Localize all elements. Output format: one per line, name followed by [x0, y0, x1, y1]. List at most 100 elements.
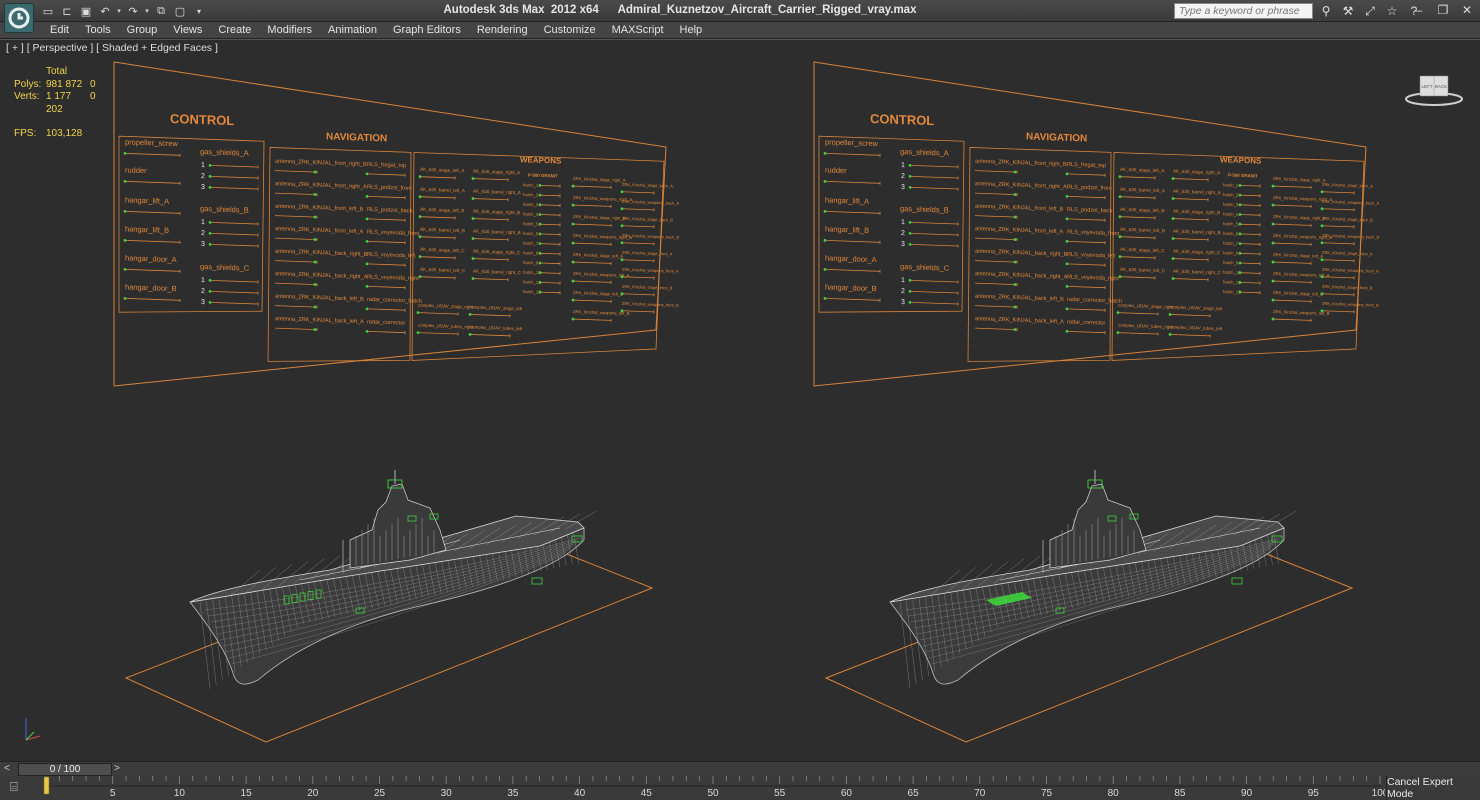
- navigation-slider-RLS_fregat_top[interactable]: [365, 172, 406, 177]
- weapons-slider-hatch_11[interactable]: [538, 280, 561, 285]
- control-slider-gas_shields_A-1[interactable]: [208, 163, 259, 169]
- control-slider-hangar_door_A[interactable]: [123, 267, 181, 273]
- navigation-slider-antenna_ZRK_KINJAL_front_left_B[interactable]: [975, 214, 1018, 219]
- subscription-icon[interactable]: ⤢: [1362, 3, 1378, 19]
- weapons-slider-AK_630_barrel_right_B[interactable]: [1171, 237, 1209, 242]
- weapons-slider-ZRK_Kinzhal_stage_back_B[interactable]: [620, 224, 655, 229]
- cancel-expert-mode-button[interactable]: Cancel Expert Mode: [1386, 776, 1480, 800]
- navigation-slider-antenna_ZRK_KINJAL_back_left_A[interactable]: [975, 327, 1018, 332]
- weapons-slider-ZRK_Kinzhal_weapons_right_B[interactable]: [1271, 241, 1312, 246]
- weapons-slider-complex_UDAV_tubes_left[interactable]: [468, 333, 511, 338]
- weapons-slider-AK_630_stage_left_A[interactable]: [418, 175, 456, 180]
- app-menu-button[interactable]: [4, 3, 34, 33]
- weapons-slider-AK_630_stage_right_A[interactable]: [1171, 177, 1209, 182]
- weapons-slider-AK_630_stage_right_C[interactable]: [1171, 257, 1209, 262]
- menu-group[interactable]: Group: [119, 24, 166, 36]
- navigation-slider-antenna_ZRK_KINJAL_back_right_A[interactable]: [975, 282, 1018, 287]
- weapons-slider-hatch_9[interactable]: [538, 261, 561, 266]
- navigation-slider-antenna_ZRK_KINJAL_front_left_B[interactable]: [275, 214, 318, 219]
- menu-create[interactable]: Create: [210, 24, 259, 36]
- control-slider-gas_shields_A-3[interactable]: [908, 185, 959, 191]
- weapons-slider-AK_630_stage_left_B[interactable]: [1118, 215, 1156, 220]
- control-slider-gas_shields_B-3[interactable]: [208, 242, 259, 248]
- weapons-slider-ZRK_Kinzhal_stage_left_A[interactable]: [571, 260, 612, 265]
- weapons-slider-AK_630_stage_left_B[interactable]: [418, 215, 456, 220]
- weapons-slider-AK_630_barrel_right_C[interactable]: [1171, 277, 1209, 282]
- weapons-slider-ZRK_Kinzhal_stage_left_B[interactable]: [571, 298, 612, 303]
- weapons-slider-ZRK_Kinzhal_weapons_right_A[interactable]: [1271, 203, 1312, 208]
- weapons-slider-hatch_12[interactable]: [538, 290, 561, 295]
- weapons-slider-hatch_10[interactable]: [1238, 271, 1261, 275]
- weapons-slider-ZRK_Kinzhal_stage_front_A[interactable]: [620, 258, 655, 263]
- control-slider-rudder[interactable]: [823, 179, 881, 185]
- navigation-slider-antenna_ZRK_KINJAL_back_left_A[interactable]: [275, 327, 318, 332]
- close-icon[interactable]: ✕: [1460, 3, 1474, 17]
- menu-help[interactable]: Help: [672, 24, 711, 36]
- current-frame-marker[interactable]: [43, 776, 50, 795]
- menu-graph-editors[interactable]: Graph Editors: [385, 24, 469, 36]
- control-slider-gas_shields_C-1[interactable]: [208, 278, 259, 284]
- weapons-slider-AK_630_barrel_left_C[interactable]: [418, 275, 456, 280]
- control-slider-gas_shields_B-2[interactable]: [208, 231, 259, 237]
- weapons-slider-ZRK_Kinzhal_weapons_left_B[interactable]: [1271, 317, 1312, 322]
- weapons-slider-hatch_6[interactable]: [538, 232, 561, 237]
- weapons-slider-ZRK_Kinzhal_weapons_left_B[interactable]: [571, 317, 612, 322]
- navigation-slider-RLS_podzol_front[interactable]: [365, 194, 406, 200]
- weapons-slider-ZRK_Kinzhal_stage_right_B[interactable]: [571, 222, 612, 227]
- weapons-slider-ZRK_Kinzhal_weapons_right_B[interactable]: [571, 241, 612, 246]
- weapons-slider-AK_630_barrel_left_A[interactable]: [418, 195, 456, 200]
- control-slider-gas_shields_A-2[interactable]: [208, 174, 259, 180]
- control-slider-gas_shields_B-2[interactable]: [908, 231, 959, 237]
- navigation-slider-RLS_podzol_front[interactable]: [1065, 194, 1106, 200]
- weapons-slider-hatch_7[interactable]: [538, 242, 561, 246]
- navigation-slider-RLS_voyevoda_left[interactable]: [1065, 262, 1106, 267]
- weapons-slider-hatch_3[interactable]: [1238, 203, 1261, 208]
- weapons-slider-complex_UDAV_tubes_right[interactable]: [416, 331, 459, 336]
- menu-modifiers[interactable]: Modifiers: [259, 24, 320, 36]
- navigation-slider-antenna_ZRK_KINJAL_front_right_B[interactable]: [275, 169, 318, 174]
- mini-curve-editor-icon[interactable]: ⌸: [10, 779, 28, 795]
- navigation-slider-antenna_ZRK_KINJAL_back_right_A[interactable]: [275, 282, 318, 287]
- weapons-slider-hatch_10[interactable]: [538, 271, 561, 275]
- weapons-slider-ZRK_Kinzhal_weapons_left_A[interactable]: [1271, 279, 1312, 284]
- control-slider-hangar_lift_A[interactable]: [123, 209, 181, 215]
- weapons-slider-ZRK_Kinzhal_stage_front_B[interactable]: [1320, 292, 1355, 297]
- weapons-slider-ZRK_Kinzhal_stage_back_A[interactable]: [620, 190, 655, 195]
- weapons-slider-complex_UDAV_stage_right[interactable]: [1116, 311, 1159, 316]
- menu-customize[interactable]: Customize: [536, 24, 604, 36]
- menu-edit[interactable]: Edit: [42, 24, 77, 36]
- weapons-slider-ZRK_Kinzhal_stage_right_A[interactable]: [571, 184, 612, 189]
- weapons-slider-hatch_1[interactable]: [538, 183, 561, 188]
- weapons-slider-ZRK_Kinzhal_stage_right_B[interactable]: [1271, 222, 1312, 227]
- navigation-slider-radar_corrector_hatch[interactable]: [1065, 307, 1106, 312]
- weapons-slider-AK_630_stage_right_C[interactable]: [471, 257, 509, 262]
- control-slider-gas_shields_C-1[interactable]: [908, 278, 959, 284]
- weapons-slider-ZRK_Kinzhal_weapons_back_B[interactable]: [1320, 241, 1355, 246]
- weapons-slider-ZRK_Kinzhal_weapons_back_A[interactable]: [620, 207, 655, 212]
- control-slider-gas_shields_A-2[interactable]: [908, 174, 959, 180]
- weapons-slider-AK_630_stage_left_A[interactable]: [1118, 175, 1156, 180]
- favorites-star-icon[interactable]: ☆: [1384, 3, 1400, 19]
- control-slider-hangar_door_B[interactable]: [123, 296, 181, 302]
- weapons-slider-hatch_6[interactable]: [1238, 232, 1261, 237]
- control-slider-gas_shields_A-3[interactable]: [208, 185, 259, 191]
- navigation-slider-radar_corrector[interactable]: [1065, 329, 1106, 335]
- weapons-slider-complex_UDAV_stage_right[interactable]: [416, 311, 459, 316]
- weapons-slider-AK_630_stage_right_A[interactable]: [471, 177, 509, 182]
- control-slider-hangar_lift_B[interactable]: [123, 238, 181, 244]
- navigation-slider-antenna_ZRK_KINJAL_front_left_A[interactable]: [275, 237, 318, 242]
- navigation-slider-RLS_voyevoda_right[interactable]: [1065, 284, 1106, 290]
- aircraft-carrier-model-right[interactable]: [824, 470, 1354, 743]
- navigation-slider-RLS_fregat_top[interactable]: [1065, 172, 1106, 177]
- menu-tools[interactable]: Tools: [77, 24, 119, 36]
- control-slider-gas_shields_C-2[interactable]: [208, 289, 259, 295]
- navigation-slider-antenna_ZRK_KINJAL_front_right_A[interactable]: [975, 192, 1018, 197]
- navigation-slider-antenna_ZRK_KINJAL_back_left_B[interactable]: [275, 304, 318, 309]
- control-slider-gas_shields_B-1[interactable]: [908, 220, 959, 226]
- weapons-slider-hatch_4[interactable]: [538, 213, 561, 217]
- binoculars-icon[interactable]: ⚲: [1318, 3, 1334, 19]
- menu-maxscript[interactable]: MAXScript: [604, 24, 672, 36]
- weapons-slider-hatch_8[interactable]: [1238, 251, 1261, 256]
- weapons-slider-ZRK_Kinzhal_stage_front_A[interactable]: [1320, 258, 1355, 263]
- menu-views[interactable]: Views: [165, 24, 210, 36]
